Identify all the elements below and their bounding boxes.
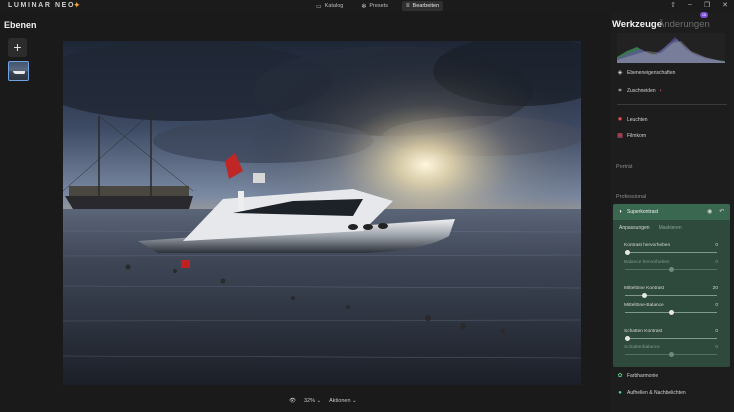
slider-label: Mitteltöne Kontrast <box>624 286 664 291</box>
share-icon[interactable]: ⇧ <box>670 1 676 9</box>
tool-color-harmony[interactable]: ✿ Farbharmonie <box>617 373 658 379</box>
plus-icon: + <box>13 39 22 55</box>
slider-track[interactable] <box>625 252 717 253</box>
actions-menu[interactable]: Aktionen ⌄ <box>329 398 357 404</box>
nav-presets-label: Presets <box>369 3 389 9</box>
tool-dodge-burn-label: Aufhellen & Nachbelichten <box>627 390 686 396</box>
slider-label: Balance hervorheben <box>624 260 670 265</box>
slider-label: Schatten Kontrast <box>624 329 663 334</box>
zoom-value: 32% <box>303 398 315 404</box>
tool-color-harmony-label: Farbharmonie <box>627 373 659 379</box>
dodgeburn-icon: ● <box>618 390 622 396</box>
super-contrast-title: Superkontrast <box>627 209 659 215</box>
eye-icon[interactable]: 👁 <box>289 398 296 404</box>
subtab-adjustments[interactable]: Anpassungen <box>619 225 650 231</box>
tool-dodge-burn[interactable]: ● Aufhellen & Nachbelichten <box>617 390 686 396</box>
slider-handle[interactable] <box>668 352 674 357</box>
slider-value[interactable]: 20 <box>700 286 718 291</box>
tool-crop[interactable]: ⌗ Zuschneiden • <box>617 88 661 94</box>
nav-catalog-label: Katalog <box>324 3 344 9</box>
app-logo: LUMINAR NEO <box>8 2 75 9</box>
tool-filmgrain-label: Filmkorn <box>627 133 647 139</box>
tab-changes[interactable]: Änderungen <box>658 19 710 30</box>
histogram <box>617 33 725 63</box>
logo-spark-icon: ✦ <box>73 0 81 10</box>
slider-value[interactable]: 0 <box>700 345 718 350</box>
slider-handle[interactable] <box>668 267 674 272</box>
tool-glow-label: Leuchten <box>627 117 648 123</box>
slider-handle[interactable] <box>668 310 674 315</box>
minimize-icon[interactable]: – <box>688 1 692 9</box>
tool-glow[interactable]: ✸ Leuchten <box>617 117 648 123</box>
layers-icon: ◈ <box>617 70 623 76</box>
filmgrain-icon: ▦ <box>617 133 623 139</box>
layer-thumbnail[interactable] <box>8 61 29 81</box>
divider <box>617 104 727 105</box>
window-controls: ⇧ – ❐ ✕ <box>670 1 728 9</box>
presets-icon: ✻ <box>361 3 367 10</box>
colorharmony-icon: ✿ <box>617 373 623 379</box>
tab-tools[interactable]: Werkzeuge <box>612 19 662 30</box>
restore-icon[interactable]: ❐ <box>704 1 710 9</box>
super-contrast-title-row: ◑ Superkontrast <box>617 209 658 215</box>
nav-edit[interactable]: ≡ Bearbeiten <box>402 1 444 11</box>
close-icon[interactable]: ✕ <box>722 1 728 9</box>
changes-badge: 16 <box>700 12 708 18</box>
canvas-bottom-bar: 👁 32% ⌄ Aktionen ⌄ <box>289 398 357 404</box>
layers-panel: Ebenen + <box>0 12 58 412</box>
subtab-masking[interactable]: Maskieren <box>659 225 682 231</box>
crop-indicator: • <box>659 88 662 94</box>
tool-layer-properties-label: Ebeneneigenschaften <box>627 70 676 76</box>
actions-label: Aktionen <box>329 398 351 404</box>
top-bar: LUMINAR NEO ✦ ▭ Katalog ✻ Presets ≡ Bear… <box>0 0 734 12</box>
section-professional[interactable]: Professional <box>616 194 646 200</box>
slider-track[interactable] <box>625 338 717 339</box>
slider-label: Mitteltöne-Balance <box>624 303 664 308</box>
contrast-icon: ◑ <box>618 209 622 215</box>
crop-icon: ⌗ <box>618 88 622 94</box>
layers-title: Ebenen <box>4 20 37 30</box>
add-layer-button[interactable]: + <box>8 38 27 57</box>
main-nav: ▭ Katalog ✻ Presets ≡ Bearbeiten <box>312 1 444 11</box>
slider-handle[interactable] <box>624 250 630 255</box>
tool-filmgrain[interactable]: ▦ Filmkorn <box>617 133 646 139</box>
folder-icon: ▭ <box>316 3 322 10</box>
zoom-select[interactable]: 32% ⌄ <box>304 398 321 404</box>
slider-value[interactable]: 0 <box>700 260 718 265</box>
sliders-icon: ≡ <box>406 3 410 9</box>
super-contrast-actions: ◉ ↶ <box>707 208 724 215</box>
slider-label: Kontrast hervorheben <box>624 243 671 248</box>
photo-canvas[interactable] <box>63 41 581 385</box>
glow-icon: ✸ <box>617 117 623 123</box>
slider-track[interactable] <box>625 295 717 296</box>
section-portrait[interactable]: Porträt <box>616 164 633 170</box>
nav-presets[interactable]: ✻ Presets <box>357 1 392 11</box>
slider-label: Schattenbalance <box>624 345 660 350</box>
tool-crop-label: Zuschneiden <box>627 88 656 94</box>
nav-edit-label: Bearbeiten <box>412 3 440 9</box>
visibility-eye-icon[interactable]: ◉ <box>707 208 712 215</box>
slider-value[interactable]: 0 <box>700 243 718 248</box>
nav-catalog[interactable]: ▭ Katalog <box>312 1 347 11</box>
tool-layer-properties[interactable]: ◈ Ebeneneigenschaften <box>617 70 676 76</box>
slider-value[interactable]: 0 <box>700 303 718 308</box>
slider-value[interactable]: 0 <box>700 329 718 334</box>
reset-icon[interactable]: ↶ <box>719 208 724 215</box>
slider-handle[interactable] <box>624 336 630 341</box>
super-contrast-subtabs: Anpassungen Maskieren <box>619 225 682 231</box>
